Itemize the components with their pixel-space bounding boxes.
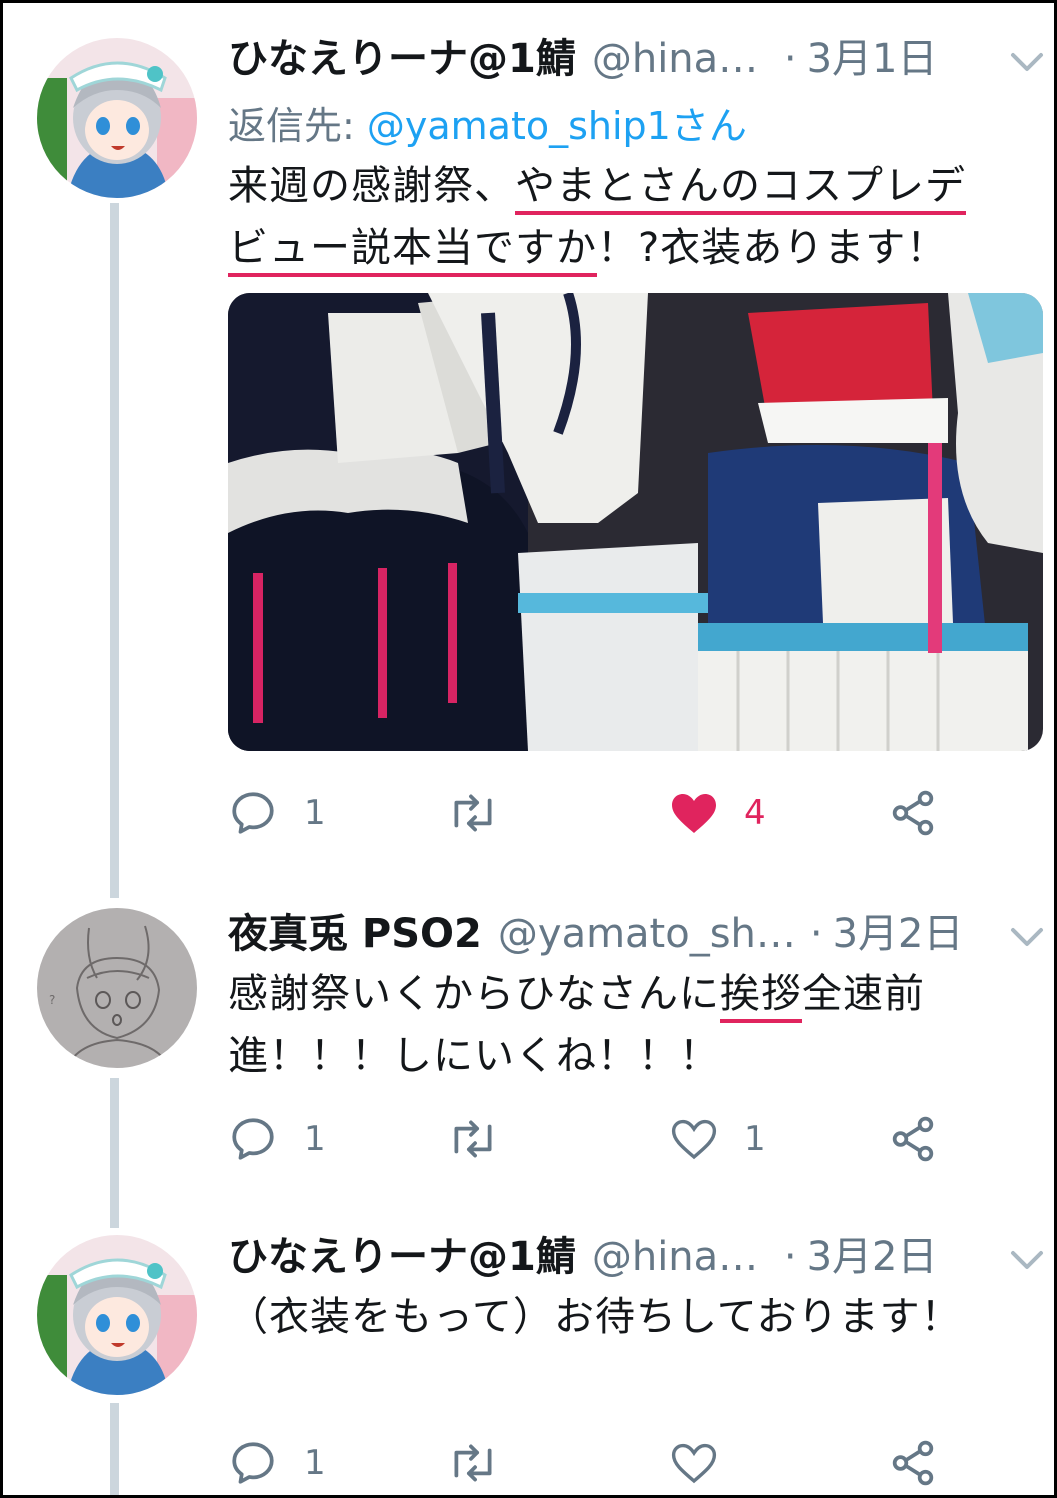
text-segment: （衣装をもって）お待ちしております！ [228, 1294, 962, 1340]
heart-outline-icon [671, 1119, 717, 1160]
user-handle[interactable]: @hinae... [592, 31, 772, 87]
tweet-header: ひなえりーナ@1鯖 @hinae... · 3月1日 [228, 31, 937, 87]
share-icon [892, 790, 934, 836]
retweet-icon [454, 1120, 492, 1158]
display-name[interactable]: ひなえりーナ@1鯖 [228, 31, 576, 87]
share-button[interactable] [888, 783, 938, 843]
text-segment: 全速前 [802, 971, 925, 1017]
reply-mention-link[interactable]: @yamato_ship1さん [367, 104, 747, 148]
tweet-text-line: 進！！！しにいくね！！！ [228, 1025, 1043, 1087]
share-button[interactable] [888, 1433, 938, 1493]
thread-line [110, 1403, 119, 1495]
tweet-text: 感謝祭いくからひなさんに挨拶全速前 進！！！しにいくね！！！ [228, 963, 1043, 1087]
user-handle[interactable]: @yamato_shi... [498, 906, 798, 962]
separator: · [809, 911, 823, 957]
like-button[interactable]: 1 [670, 1109, 766, 1169]
tweet-text-line: （衣装をもって）お待ちしております！ [228, 1286, 1043, 1348]
retweet-button[interactable] [446, 1109, 526, 1169]
underlined-text: 挨拶 [720, 971, 802, 1023]
avatar[interactable]: ? [37, 908, 197, 1068]
chevron-down-icon[interactable] [1003, 918, 1051, 958]
tweet-date[interactable]: 3月1日 [807, 31, 938, 87]
costume-photo-icon [228, 293, 1043, 751]
retweet-button[interactable] [446, 1433, 526, 1493]
retweet-button[interactable] [446, 783, 526, 843]
display-name[interactable]: 夜真兎 PSO2 [228, 906, 482, 962]
thread-line [110, 1078, 119, 1228]
like-count: 4 [744, 793, 766, 833]
text-segment: 進！！！しにいくね！！！ [228, 1033, 720, 1079]
tweet-actions: 1 [228, 1433, 1043, 1493]
chevron-down-icon[interactable] [1003, 1241, 1051, 1281]
separator: · [783, 36, 797, 82]
tweet-date[interactable]: 3月2日 [833, 906, 964, 962]
tweet-text-line: 感謝祭いくからひなさんに挨拶全速前 [228, 963, 1043, 1025]
heart-outline-icon [671, 1443, 717, 1484]
sketch-avatar-icon: ? [37, 908, 197, 1068]
like-button[interactable]: 4 [670, 783, 766, 843]
underlined-text: ビュー説本当ですか [228, 225, 597, 277]
text-segment: ！?衣装あります！ [597, 225, 948, 271]
anime-girl-avatar-icon [37, 1235, 197, 1395]
reply-to-line: 返信先: @yamato_ship1さん [228, 95, 747, 150]
anime-girl-avatar-icon [37, 38, 197, 198]
retweet-icon [454, 794, 492, 832]
tweet-actions: 1 1 [228, 1109, 1043, 1169]
reply-icon [232, 1442, 274, 1484]
like-button[interactable] [670, 1433, 744, 1493]
reply-count: 1 [304, 1443, 326, 1483]
reply-button[interactable]: 1 [228, 1109, 326, 1169]
chevron-down-icon[interactable] [1003, 43, 1051, 83]
tweet-actions: 1 4 [228, 783, 1043, 843]
avatar[interactable] [37, 1235, 197, 1395]
share-button[interactable] [888, 1109, 938, 1169]
heart-filled-icon [672, 794, 716, 833]
tweet-text: （衣装をもって）お待ちしております！ [228, 1286, 1043, 1348]
tweet-header: 夜真兎 PSO2 @yamato_shi... · 3月2日 [228, 906, 964, 962]
reply-button[interactable]: 1 [228, 783, 326, 843]
user-handle[interactable]: @hinae... [592, 1229, 772, 1285]
reply-to-label: 返信先: [228, 104, 367, 148]
avatar[interactable] [37, 38, 197, 198]
costume-photo[interactable] [228, 293, 1043, 751]
retweet-icon [454, 1444, 492, 1482]
separator: · [783, 1234, 797, 1280]
reply-count: 1 [304, 1119, 326, 1159]
svg-text:?: ? [49, 993, 55, 1007]
thread-line [110, 203, 119, 898]
reply-count: 1 [304, 793, 326, 833]
display-name[interactable]: ひなえりーナ@1鯖 [228, 1229, 576, 1285]
like-count: 1 [744, 1119, 766, 1159]
reply-icon [232, 1118, 274, 1160]
reply-button[interactable]: 1 [228, 1433, 326, 1493]
text-segment: 感謝祭いくからひなさんに [228, 971, 720, 1017]
timeline: ひなえりーナ@1鯖 @hinae... · 3月1日 返信先: @yamato_… [3, 3, 1054, 1495]
reply-icon [232, 792, 274, 834]
underlined-text: やまとさんのコスプレデ [515, 163, 966, 215]
tweet-text-line: 来週の感謝祭、やまとさんのコスプレデ [228, 155, 1043, 217]
tweet-header: ひなえりーナ@1鯖 @hinae... · 3月2日 [228, 1229, 937, 1285]
tweet-date[interactable]: 3月2日 [807, 1229, 938, 1285]
share-icon [892, 1116, 934, 1162]
text-segment: 来週の感謝祭、 [228, 163, 515, 209]
tweet-text-line: ビュー説本当ですか！?衣装あります！ [228, 217, 1043, 279]
tweet-text: 来週の感謝祭、やまとさんのコスプレデ ビュー説本当ですか！?衣装あります！ [228, 155, 1043, 279]
share-icon [892, 1440, 934, 1486]
